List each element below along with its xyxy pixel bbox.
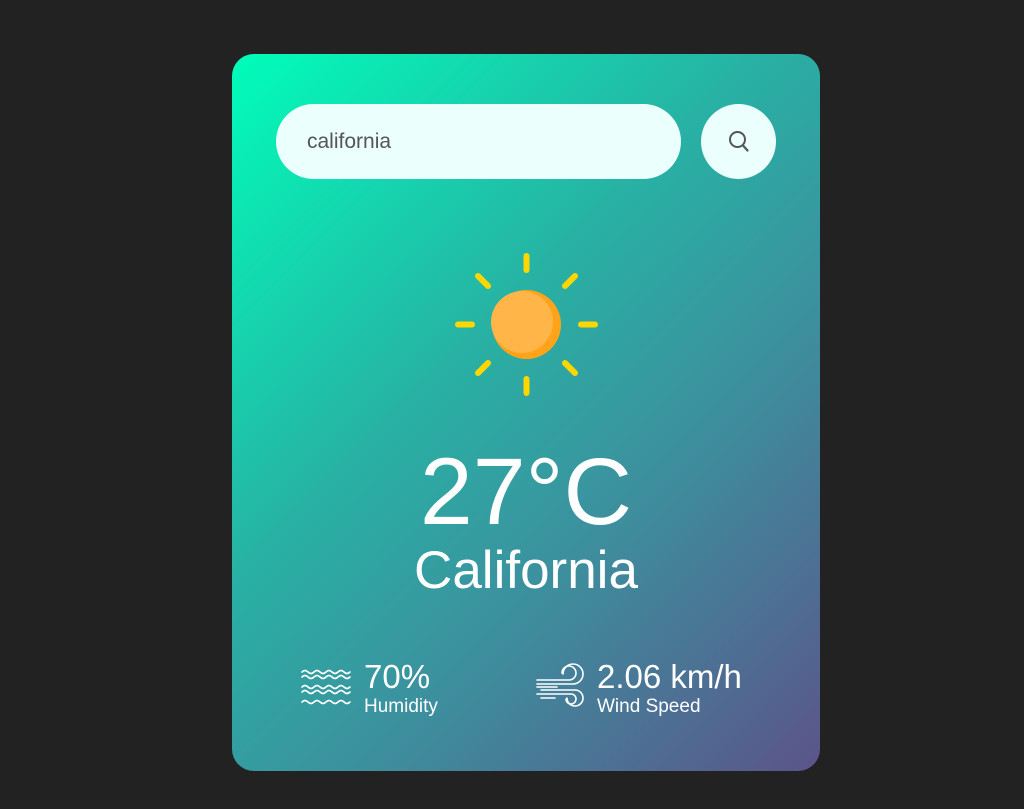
search-input[interactable] (276, 104, 681, 179)
humidity-label: Humidity (364, 696, 438, 717)
sun-icon (455, 253, 598, 396)
wind-stat: 2.06 km/h Wind Speed (535, 658, 742, 718)
wind-icon (536, 663, 584, 707)
humidity-value: 70% (364, 658, 431, 695)
search-button[interactable] (701, 104, 776, 179)
search-icon (728, 130, 749, 152)
humidity-icon (301, 669, 351, 705)
wind-value: 2.06 km/h (597, 658, 742, 695)
humidity-stat: 70% Humidity (300, 658, 438, 718)
wind-label: Wind Speed (597, 696, 701, 717)
weather-card: 27°C California 70% Humidity (232, 54, 820, 771)
temperature: 27°C (419, 439, 633, 545)
city-name: California (414, 541, 638, 600)
